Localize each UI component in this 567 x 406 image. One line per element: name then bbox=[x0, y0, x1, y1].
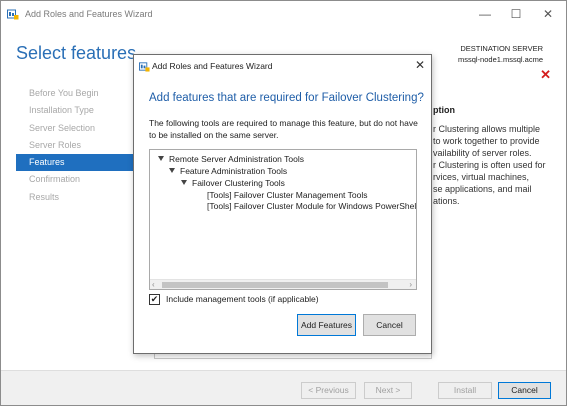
dialog-cancel-button[interactable]: Cancel bbox=[363, 314, 416, 336]
expand-triangle-icon[interactable] bbox=[169, 168, 175, 173]
step-before-you-begin[interactable]: Before You Begin bbox=[16, 85, 134, 102]
dialog-title: Add Roles and Features Wizard bbox=[152, 61, 273, 71]
tree-item[interactable]: Remote Server Administration Tools bbox=[158, 154, 304, 164]
server-manager-icon bbox=[7, 9, 19, 20]
maximize-button[interactable]: ☐ bbox=[502, 4, 530, 24]
step-results[interactable]: Results bbox=[16, 189, 134, 206]
scrollbar-thumb[interactable] bbox=[162, 282, 388, 288]
dialog-heading: Add features that are required for Failo… bbox=[149, 92, 424, 104]
description-heading: ption bbox=[433, 105, 455, 115]
server-manager-icon bbox=[139, 62, 150, 72]
scroll-right-icon[interactable]: › bbox=[409, 280, 412, 289]
step-server-selection[interactable]: Server Selection bbox=[16, 120, 134, 137]
install-button[interactable]: Install bbox=[438, 382, 492, 399]
tree-item[interactable]: Failover Clustering Tools bbox=[181, 178, 285, 188]
step-features[interactable]: Features bbox=[16, 154, 134, 172]
required-features-dialog: Add Roles and Features Wizard ✕ Add feat… bbox=[133, 54, 432, 354]
cancel-button[interactable]: Cancel bbox=[498, 382, 551, 399]
step-installation-type[interactable]: Installation Type bbox=[16, 102, 134, 119]
add-features-button[interactable]: Add Features bbox=[297, 314, 356, 336]
destination-server: DESTINATION SERVER mssql-node1.mssql.acm… bbox=[458, 43, 543, 65]
title-bar[interactable]: Add Roles and Features Wizard — ☐ ✕ bbox=[1, 1, 566, 27]
step-list: Before You Begin Installation Type Server … bbox=[16, 85, 134, 206]
step-confirmation[interactable]: Confirmation bbox=[16, 171, 134, 188]
next-button[interactable]: Next > bbox=[364, 382, 412, 399]
dialog-title-bar[interactable]: Add Roles and Features Wizard ✕ bbox=[134, 55, 431, 77]
required-tools-tree[interactable]: Remote Server Administration Tools Featu… bbox=[149, 149, 417, 290]
page-title: Select features bbox=[16, 43, 137, 63]
error-icon[interactable]: ✕ bbox=[540, 67, 551, 83]
horizontal-scrollbar[interactable]: ‹ › bbox=[150, 279, 416, 289]
expand-triangle-icon[interactable] bbox=[158, 156, 164, 161]
previous-button[interactable]: < Previous bbox=[301, 382, 356, 399]
dialog-close-button[interactable]: ✕ bbox=[415, 58, 425, 72]
step-server-roles[interactable]: Server Roles bbox=[16, 137, 134, 154]
footer-bar: < Previous Next > Install Cancel bbox=[1, 371, 566, 405]
close-button[interactable]: ✕ bbox=[534, 4, 562, 24]
tree-item[interactable]: [Tools] Failover Cluster Management Tool… bbox=[207, 190, 367, 200]
include-tools-checkbox[interactable]: ✔ bbox=[149, 294, 160, 305]
include-tools-label[interactable]: Include management tools (if applicable) bbox=[166, 294, 319, 304]
minimize-button[interactable]: — bbox=[471, 4, 499, 24]
destination-server-name: mssql-node1.mssql.acme bbox=[457, 55, 543, 64]
window-title: Add Roles and Features Wizard bbox=[25, 9, 153, 19]
destination-label: DESTINATION SERVER bbox=[460, 44, 543, 53]
dialog-description: The following tools are required to mana… bbox=[149, 118, 418, 140]
scroll-left-icon[interactable]: ‹ bbox=[152, 280, 155, 289]
tree-item[interactable]: Feature Administration Tools bbox=[169, 166, 287, 176]
description-body: r Clustering allows multiple to work tog… bbox=[433, 124, 546, 206]
tree-item[interactable]: [Tools] Failover Cluster Module for Wind… bbox=[207, 201, 416, 211]
expand-triangle-icon[interactable] bbox=[181, 180, 187, 185]
